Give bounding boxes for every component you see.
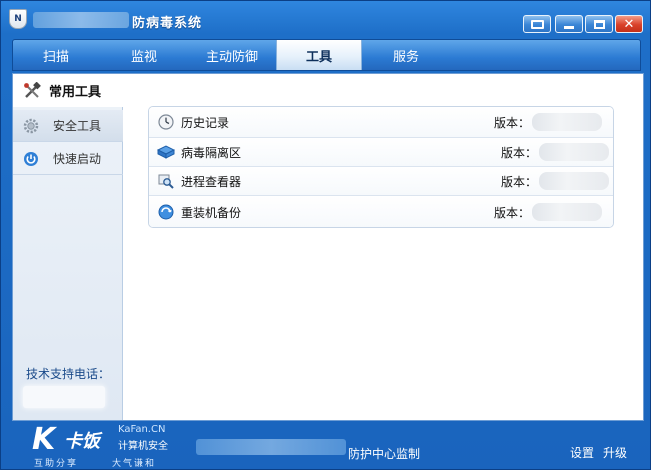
- sidebar-item-security-tools[interactable]: 安全工具: [13, 110, 123, 142]
- close-icon: ✕: [623, 16, 635, 32]
- minimize-icon: [564, 25, 574, 29]
- upgrade-link[interactable]: 升级: [603, 444, 627, 461]
- tab-monitor[interactable]: 监视: [101, 40, 187, 70]
- skin-icon: [530, 19, 544, 29]
- settings-link[interactable]: 设置: [570, 444, 594, 461]
- gear-icon: [23, 118, 39, 133]
- brand-k-mark: K: [32, 422, 56, 457]
- quarantine-box-icon: [157, 143, 175, 161]
- brand-name: 卡饭: [64, 431, 100, 452]
- power-icon: [24, 151, 38, 166]
- support-phone-redacted: [23, 386, 105, 408]
- maximize-button[interactable]: [585, 15, 613, 33]
- close-button[interactable]: ✕: [615, 15, 643, 33]
- tab-active-defense[interactable]: 主动防御: [189, 40, 275, 70]
- tool-name: 进程查看器: [181, 174, 242, 189]
- footer-redacted-blur: [196, 439, 346, 455]
- tab-service[interactable]: 服务: [363, 40, 449, 70]
- brand-domain: KaFan.CN: [118, 424, 166, 435]
- tool-row-quarantine[interactable]: 病毒隔离区 版本：: [149, 138, 613, 167]
- tool-version-redacted: [539, 143, 609, 161]
- tool-version-label: 版本：: [494, 115, 531, 130]
- tool-name: 历史记录: [181, 115, 230, 130]
- sidebar: 常用工具 安全工具 快速启动 技术支持电话：: [13, 74, 123, 420]
- brand-slogan-left: 互助分享: [34, 459, 79, 469]
- sidebar-item-label: 安全工具: [53, 119, 102, 133]
- app-window: N 防病毒系统 ✕ 扫描 监视 主动防御 工具 服务 常用工具 安全工具 快速启…: [0, 0, 651, 470]
- brand-subtitle: 计算机安全: [118, 441, 168, 452]
- sidebar-item-quick-start[interactable]: 快速启动: [13, 143, 123, 175]
- backup-disc-icon: [157, 203, 175, 221]
- support-phone-label: 技术支持电话：: [26, 367, 111, 381]
- magnifier-icon: [157, 172, 175, 190]
- skin-button[interactable]: [523, 15, 551, 33]
- maximize-icon: [593, 19, 605, 29]
- content-area: 常用工具 安全工具 快速启动 技术支持电话： 历史记录 版本： 病毒隔离区 版本…: [12, 73, 644, 421]
- sidebar-item-label: 快速启动: [53, 152, 102, 166]
- footer-center-text: 防护中心监制: [348, 447, 421, 461]
- logo-letter: N: [14, 14, 22, 24]
- tool-version-label: 版本：: [501, 174, 538, 189]
- title-bar[interactable]: N 防病毒系统 ✕: [1, 1, 650, 37]
- tool-name: 病毒隔离区: [181, 145, 242, 160]
- tools-icon: [24, 81, 41, 98]
- tool-version-redacted: [539, 172, 609, 190]
- tool-version-redacted: [532, 203, 602, 221]
- sidebar-header: 常用工具: [13, 74, 123, 107]
- footer-bar: K 卡饭 KaFan.CN 计算机安全 互助分享 大气谦和 防护中心监制 设置 …: [1, 421, 650, 469]
- main-tab-bar: 扫描 监视 主动防御 工具 服务: [12, 39, 641, 71]
- tool-list: 历史记录 版本： 病毒隔离区 版本： 进程查看器 版本： 重装机备份 版本：: [148, 106, 614, 228]
- tool-version-redacted: [532, 113, 602, 131]
- tool-row-reinstall-backup[interactable]: 重装机备份 版本：: [149, 196, 613, 227]
- minimize-button[interactable]: [555, 15, 583, 33]
- shield-logo-icon: N: [9, 9, 27, 29]
- sidebar-header-label: 常用工具: [49, 85, 102, 100]
- window-title: 防病毒系统: [132, 16, 203, 31]
- tool-row-history[interactable]: 历史记录 版本：: [149, 107, 613, 138]
- tool-row-process-viewer[interactable]: 进程查看器 版本：: [149, 167, 613, 196]
- clock-icon: [157, 113, 175, 131]
- tool-version-label: 版本：: [494, 205, 531, 220]
- tool-version-label: 版本：: [501, 145, 538, 160]
- tool-name: 重装机备份: [181, 205, 242, 220]
- title-redacted-blur: [33, 12, 129, 28]
- kafan-brand-logo: K 卡饭 KaFan.CN 计算机安全 互助分享 大气谦和: [32, 423, 182, 469]
- tab-tools[interactable]: 工具: [276, 40, 362, 70]
- brand-slogan-right: 大气谦和: [112, 459, 157, 469]
- tab-scan[interactable]: 扫描: [13, 40, 99, 70]
